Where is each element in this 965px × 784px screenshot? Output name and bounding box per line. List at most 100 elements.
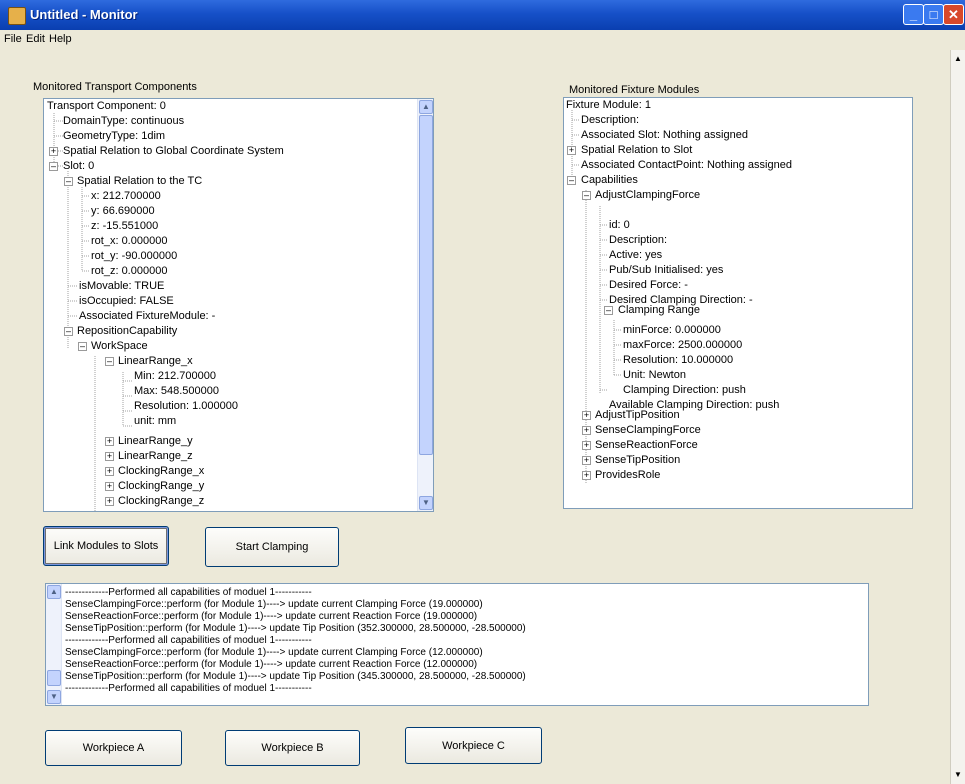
- tree-item[interactable]: SenseReactionForce: [595, 438, 698, 453]
- tree-item[interactable]: Spatial Relation to Slot: [581, 143, 692, 158]
- tree-item[interactable]: Unit: Newton: [623, 368, 686, 383]
- log-line: SenseTipPosition::perform (for Module 1)…: [65, 623, 526, 634]
- tree-item[interactable]: x: 212.700000: [91, 189, 161, 204]
- expand-plus-icon[interactable]: +: [582, 426, 591, 435]
- tree-item[interactable]: Max: 548.500000: [134, 384, 219, 399]
- scroll-up-arrow-icon[interactable]: ▲: [47, 585, 61, 599]
- collapse-minus-icon[interactable]: –: [64, 327, 73, 336]
- scroll-thumb[interactable]: [419, 115, 433, 455]
- transport-components-tree[interactable]: Transport Component: 0 DomainType: conti…: [43, 98, 434, 512]
- tree-item[interactable]: GeometryType: 1dim: [63, 129, 165, 144]
- workpiece-b-button[interactable]: Workpiece B: [225, 730, 360, 766]
- tree-item[interactable]: rot_z: 0.000000: [91, 264, 167, 279]
- tree-item[interactable]: Resolution: 1.000000: [134, 399, 238, 414]
- tree-item[interactable]: Active: yes: [609, 248, 662, 263]
- workpiece-a-button[interactable]: Workpiece A: [45, 730, 182, 766]
- tree-item[interactable]: ClockingRange_y: [118, 479, 204, 494]
- menu-file[interactable]: File: [4, 33, 22, 45]
- expand-plus-icon[interactable]: +: [105, 482, 114, 491]
- tree-item[interactable]: isMovable: TRUE: [79, 279, 164, 294]
- scroll-down-arrow-icon[interactable]: ▼: [951, 768, 965, 782]
- expand-plus-icon[interactable]: +: [105, 452, 114, 461]
- collapse-minus-icon[interactable]: –: [582, 191, 591, 200]
- expand-plus-icon[interactable]: +: [105, 437, 114, 446]
- scroll-down-arrow-icon[interactable]: ▼: [419, 496, 433, 510]
- scroll-up-arrow-icon[interactable]: ▲: [419, 100, 433, 114]
- collapse-minus-icon[interactable]: –: [78, 342, 87, 351]
- collapse-minus-icon[interactable]: –: [49, 162, 58, 171]
- tree-item[interactable]: rot_x: 0.000000: [91, 234, 167, 249]
- tree-item[interactable]: Capabilities: [581, 173, 638, 188]
- tree-item[interactable]: Transport Component: 0: [47, 99, 166, 114]
- tree-item[interactable]: maxForce: 2500.000000: [623, 338, 742, 353]
- tree-item[interactable]: Clamping Direction: push: [623, 383, 746, 398]
- maximize-button[interactable]: □: [923, 4, 944, 25]
- tree-item[interactable]: SenseTipPosition: [595, 453, 680, 468]
- expand-plus-icon[interactable]: +: [582, 441, 591, 450]
- expand-plus-icon[interactable]: +: [49, 147, 58, 156]
- tree-item[interactable]: isOccupied: FALSE: [79, 294, 174, 309]
- tree-item[interactable]: ClockingRange_x: [118, 464, 204, 479]
- window-scrollbar[interactable]: ▲ ▼: [950, 50, 965, 784]
- collapse-minus-icon[interactable]: –: [64, 177, 73, 186]
- tree-item[interactable]: id: 0: [609, 218, 630, 233]
- scroll-thumb[interactable]: [47, 670, 61, 686]
- tree-item[interactable]: Min: 212.700000: [134, 369, 216, 384]
- log-line: -------------Performed all capabilities …: [65, 635, 312, 646]
- tree-item[interactable]: Description:: [581, 113, 639, 128]
- tree-item[interactable]: Slot: 0: [63, 159, 94, 174]
- menu-edit[interactable]: Edit: [26, 33, 45, 45]
- collapse-minus-icon[interactable]: –: [567, 176, 576, 185]
- tree-item[interactable]: LinearRange_z: [118, 449, 193, 464]
- tree-item[interactable]: z: -15.551000: [91, 219, 158, 234]
- tree-item[interactable]: y: 66.690000: [91, 204, 155, 219]
- tree-item[interactable]: SenseClampingForce: [595, 423, 701, 438]
- tree-item[interactable]: LinearRange_y: [118, 434, 193, 449]
- tree-item[interactable]: AdjustClampingForce: [595, 188, 700, 203]
- start-clamping-button[interactable]: Start Clamping: [205, 527, 339, 567]
- tree-item[interactable]: AdjustTipPosition: [595, 408, 680, 423]
- title-bar[interactable]: Untitled - Monitor _ □ ✕: [0, 0, 965, 30]
- tree-item[interactable]: Desired Force: -: [609, 278, 688, 293]
- tree-item[interactable]: Associated ContactPoint: Nothing assigne…: [581, 158, 792, 173]
- expand-plus-icon[interactable]: +: [582, 456, 591, 465]
- link-modules-button[interactable]: Link Modules to Slots: [43, 526, 169, 566]
- tree-item[interactable]: Clamping Range: [618, 303, 700, 318]
- scroll-down-arrow-icon[interactable]: ▼: [47, 690, 61, 704]
- tree-item[interactable]: DomainType: continuous: [63, 114, 184, 129]
- tree-scrollbar[interactable]: ▲ ▼: [417, 99, 433, 511]
- workpiece-c-button[interactable]: Workpiece C: [405, 727, 542, 764]
- expand-plus-icon[interactable]: +: [567, 146, 576, 155]
- log-line: SenseReactionForce::perform (for Module …: [65, 659, 478, 670]
- tree-item[interactable]: Spatial Relation to Global Coordinate Sy…: [63, 144, 284, 159]
- fixture-modules-tree[interactable]: Fixture Module: 1 Description: Associate…: [563, 97, 913, 509]
- expand-plus-icon[interactable]: +: [582, 471, 591, 480]
- tree-item[interactable]: rot_y: -90.000000: [91, 249, 177, 264]
- tree-item[interactable]: minForce: 0.000000: [623, 323, 721, 338]
- expand-plus-icon[interactable]: +: [105, 497, 114, 506]
- collapse-minus-icon[interactable]: –: [105, 357, 114, 366]
- log-output[interactable]: ▲ ▼ -------------Performed all capabilit…: [45, 583, 869, 706]
- collapse-minus-icon[interactable]: –: [604, 306, 613, 315]
- tree-item[interactable]: RepositionCapability: [77, 324, 177, 339]
- tree-item[interactable]: Associated FixtureModule: -: [79, 309, 215, 324]
- menu-help[interactable]: Help: [49, 33, 72, 45]
- close-button[interactable]: ✕: [943, 4, 964, 25]
- tree-item[interactable]: Spatial Relation to the TC: [77, 174, 202, 189]
- tree-item[interactable]: Associated Slot: Nothing assigned: [581, 128, 748, 143]
- scroll-up-arrow-icon[interactable]: ▲: [951, 52, 965, 66]
- tree-item[interactable]: LinearRange_x: [118, 354, 193, 369]
- tree-item[interactable]: Pub/Sub Initialised: yes: [609, 263, 723, 278]
- tree-item[interactable]: unit: mm: [134, 414, 176, 429]
- tree-item[interactable]: ProvidesRole: [595, 468, 660, 483]
- tree-item[interactable]: Description:: [609, 233, 667, 248]
- expand-plus-icon[interactable]: +: [105, 467, 114, 476]
- log-scroll-track[interactable]: ▲ ▼: [46, 584, 62, 705]
- minimize-button[interactable]: _: [903, 4, 924, 25]
- tree-item[interactable]: ClockingRange_z: [118, 494, 204, 509]
- tree-item[interactable]: Resolution: 10.000000: [623, 353, 733, 368]
- log-scrollbar[interactable]: ▲ ▼: [46, 584, 62, 705]
- tree-item[interactable]: Fixture Module: 1: [566, 98, 651, 113]
- expand-plus-icon[interactable]: +: [582, 411, 591, 420]
- tree-item[interactable]: WorkSpace: [91, 339, 148, 354]
